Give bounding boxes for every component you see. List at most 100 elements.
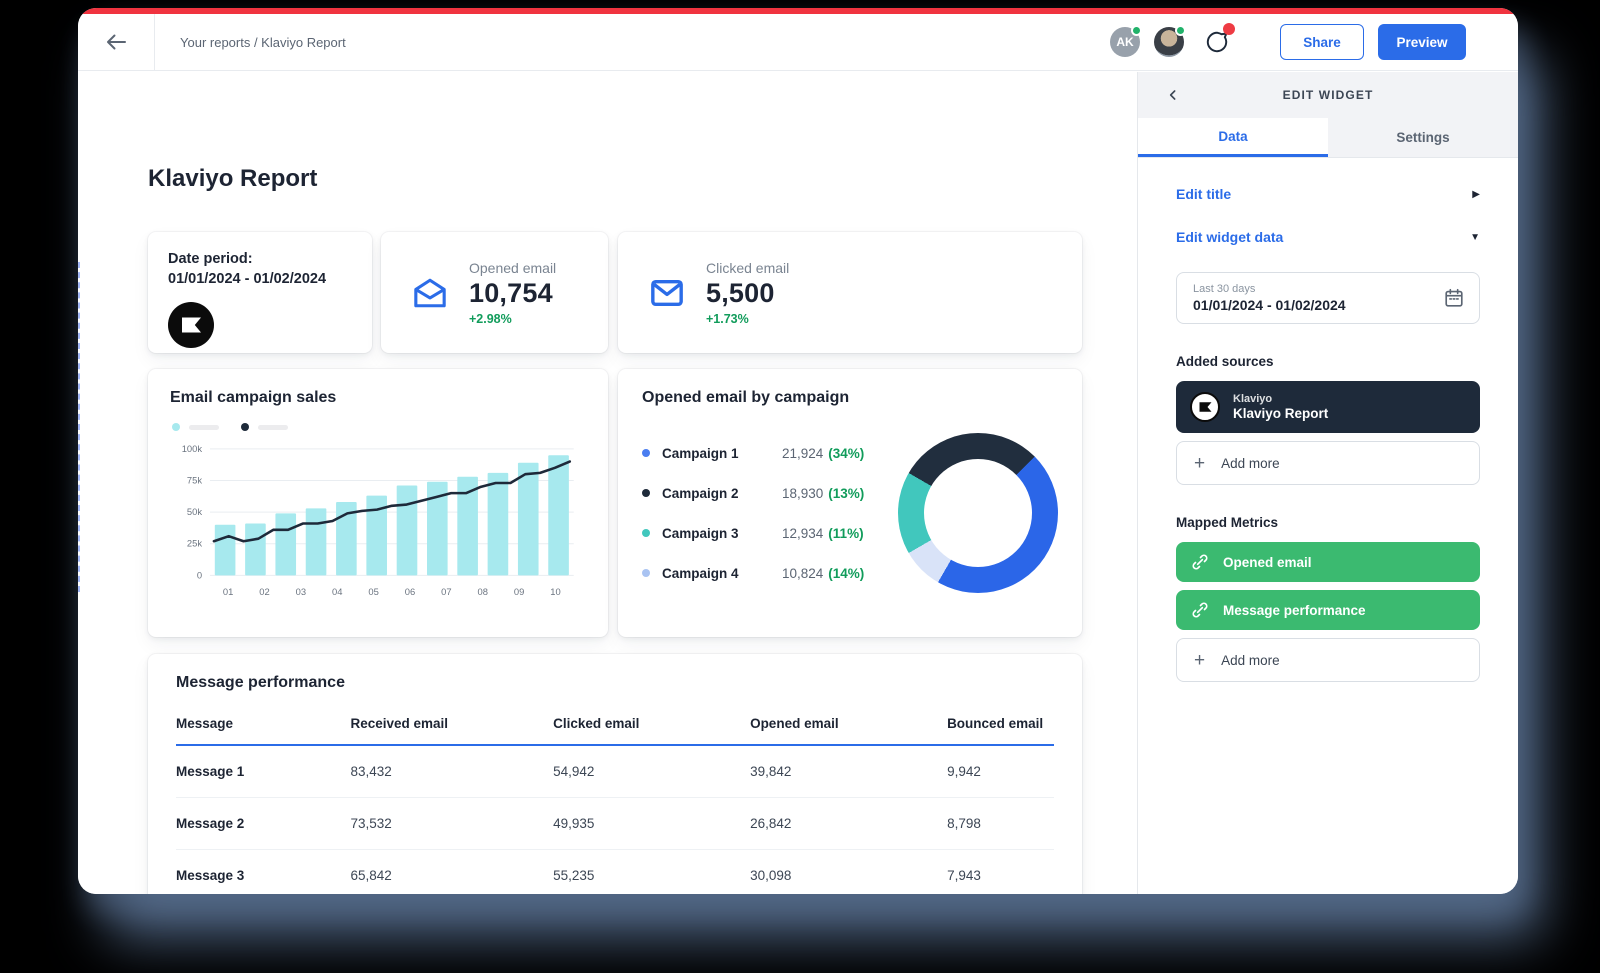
table-row: Message 3 65,842 55,235 30,098 7,943 bbox=[176, 850, 1054, 894]
campaign-dot bbox=[642, 529, 650, 537]
svg-text:04: 04 bbox=[332, 586, 342, 597]
svg-text:02: 02 bbox=[259, 586, 269, 597]
online-status-dot bbox=[1175, 25, 1186, 36]
date-range-picker[interactable]: Last 30 days 01/01/2024 - 01/02/2024 bbox=[1176, 272, 1480, 324]
collapse-panel-button[interactable] bbox=[1162, 84, 1184, 106]
tab-data[interactable]: Data bbox=[1138, 118, 1328, 157]
kpi-delta: +1.73% bbox=[706, 311, 749, 326]
kpi-label: Opened email bbox=[469, 259, 557, 276]
svg-text:01: 01 bbox=[223, 586, 233, 597]
klaviyo-logo-icon bbox=[1190, 392, 1220, 422]
link-icon bbox=[1192, 602, 1208, 618]
svg-text:07: 07 bbox=[441, 586, 451, 597]
added-sources-label: Added sources bbox=[1176, 354, 1274, 369]
kpi-opened-email-widget[interactable]: Opened email 10,754 +2.98% bbox=[381, 232, 608, 353]
date-period-label: Date period: bbox=[168, 251, 253, 267]
svg-text:75k: 75k bbox=[187, 474, 202, 485]
kpi-clicked-email-widget[interactable]: Clicked email 5,500 +1.73% bbox=[618, 232, 1082, 353]
edit-title-row[interactable]: Edit title ▶ bbox=[1176, 186, 1480, 202]
avatar-initials-text: AK bbox=[1116, 35, 1134, 49]
legend-series-line bbox=[241, 423, 288, 431]
campaign-legend-item: Campaign 2 18,930 (13%) bbox=[642, 486, 866, 501]
cell-bounced: 7,943 bbox=[947, 868, 981, 883]
legend-placeholder-label bbox=[258, 424, 288, 430]
back-button[interactable] bbox=[78, 14, 155, 70]
campaign-name: Campaign 2 bbox=[662, 485, 739, 501]
add-metric-button[interactable]: + Add more bbox=[1176, 638, 1480, 682]
share-button[interactable]: Share bbox=[1280, 24, 1364, 60]
metric-label: Opened email bbox=[1223, 554, 1312, 570]
chart-title: Opened email by campaign bbox=[642, 389, 850, 406]
topbar: Your reports / Klaviyo Report AK Share P… bbox=[78, 14, 1518, 71]
kpi-value: 5,500 bbox=[706, 277, 775, 308]
legend-dot-line bbox=[241, 423, 249, 431]
svg-text:0: 0 bbox=[197, 569, 202, 580]
klaviyo-logo-icon bbox=[168, 302, 214, 349]
date-range-value: 01/01/2024 - 01/02/2024 bbox=[1193, 297, 1346, 313]
message-performance-table: Message Received email Clicked email Ope… bbox=[176, 716, 1054, 894]
message-performance-widget[interactable]: Message performance Message Received ema… bbox=[148, 654, 1082, 894]
chevron-right-icon: ▶ bbox=[1472, 188, 1480, 200]
column-header: Clicked email bbox=[553, 716, 640, 731]
chart-title: Email campaign sales bbox=[170, 389, 337, 406]
plus-icon: + bbox=[1194, 452, 1206, 474]
campaign-legend-item: Campaign 1 21,924 (34%) bbox=[642, 446, 866, 461]
svg-text:100k: 100k bbox=[182, 443, 203, 454]
opened-email-by-campaign-widget[interactable]: Opened email by campaign Campaign 1 21,9… bbox=[618, 369, 1082, 637]
campaign-dot bbox=[642, 489, 650, 497]
column-header: Message bbox=[176, 716, 234, 731]
campaign-legend-item: Campaign 4 10,824 (14%) bbox=[642, 566, 866, 581]
cell-clicked: 55,235 bbox=[553, 868, 595, 883]
svg-text:09: 09 bbox=[514, 586, 524, 597]
donut-hole bbox=[924, 459, 1032, 567]
chevron-left-icon bbox=[1169, 90, 1176, 100]
legend-series-bars bbox=[172, 423, 219, 431]
metric-label: Message performance bbox=[1223, 602, 1366, 618]
kpi-delta: +2.98% bbox=[469, 311, 512, 326]
campaign-legend: Campaign 1 21,924 (34%) Campaign 2 18,93… bbox=[642, 446, 866, 581]
edit-widget-data-row[interactable]: Edit widget data ▼ bbox=[1176, 229, 1480, 245]
campaign-pct: (13%) bbox=[828, 485, 865, 501]
avatar-photo[interactable] bbox=[1154, 25, 1186, 57]
online-status-dot bbox=[1131, 25, 1142, 36]
metric-message-performance-chip[interactable]: Message performance bbox=[1176, 590, 1480, 630]
cell-bounced: 8,798 bbox=[947, 816, 981, 831]
email-campaign-sales-widget[interactable]: Email campaign sales 100k 75k 50k 25k 0 01 02 0… bbox=[148, 369, 608, 637]
cell-clicked: 49,935 bbox=[553, 816, 595, 831]
panel-tabs: Data Settings bbox=[1138, 118, 1518, 158]
legend-placeholder-label bbox=[189, 424, 219, 430]
preview-button[interactable]: Preview bbox=[1378, 24, 1466, 60]
link-icon bbox=[1192, 554, 1208, 570]
date-period-widget[interactable]: Date period: 01/01/2024 - 01/02/2024 bbox=[148, 232, 372, 353]
cell-opened: 30,098 bbox=[750, 868, 792, 883]
campaign-pct: (14%) bbox=[828, 565, 865, 581]
campaign-pct: (11%) bbox=[828, 525, 864, 541]
avatar-initials[interactable]: AK bbox=[1110, 25, 1142, 57]
svg-text:06: 06 bbox=[405, 586, 415, 597]
bar-line-chart: 100k 75k 50k 25k 0 01 02 03 04 05 06 07 08 09 10 bbox=[182, 443, 574, 597]
campaign-dot bbox=[642, 569, 650, 577]
svg-text:08: 08 bbox=[478, 586, 488, 597]
breadcrumb: Your reports / Klaviyo Report bbox=[180, 34, 346, 50]
source-klaviyo-card[interactable]: Klaviyo Klaviyo Report bbox=[1176, 381, 1480, 433]
campaign-pct: (34%) bbox=[828, 445, 865, 461]
column-header: Received email bbox=[350, 716, 449, 731]
table-row: Message 2 73,532 49,935 26,842 8,798 bbox=[176, 798, 1054, 850]
cell-message: Message 2 bbox=[176, 816, 245, 831]
notification-dot bbox=[1223, 23, 1235, 35]
add-source-button[interactable]: + Add more bbox=[1176, 441, 1480, 485]
edit-title-link: Edit title bbox=[1176, 186, 1232, 202]
cell-opened: 39,842 bbox=[750, 764, 792, 779]
chat-button[interactable] bbox=[1200, 23, 1235, 59]
report-canvas: Klaviyo Report Date period: 01/01/2024 -… bbox=[78, 72, 1137, 894]
kpi-value: 10,754 bbox=[469, 277, 553, 308]
cell-received: 73,532 bbox=[350, 816, 392, 831]
svg-text:05: 05 bbox=[368, 586, 378, 597]
metric-opened-email-chip[interactable]: Opened email bbox=[1176, 542, 1480, 582]
tab-settings[interactable]: Settings bbox=[1328, 118, 1518, 157]
cell-message: Message 1 bbox=[176, 764, 245, 779]
date-period-range: 01/01/2024 - 01/02/2024 bbox=[168, 270, 327, 287]
campaign-value: 18,930 bbox=[782, 485, 824, 501]
campaign-name: Campaign 4 bbox=[662, 565, 739, 581]
calendar-icon bbox=[1445, 288, 1463, 307]
